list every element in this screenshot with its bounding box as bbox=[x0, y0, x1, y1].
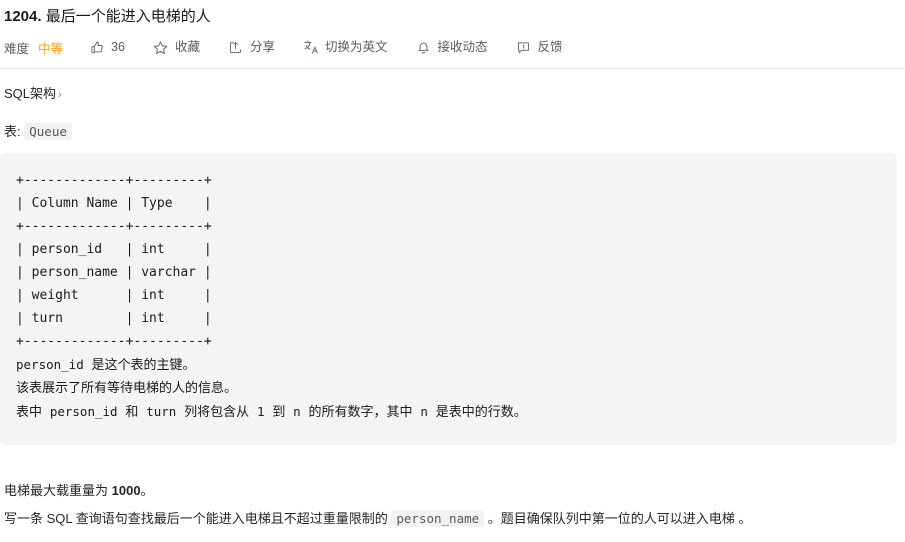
header-divider bbox=[0, 68, 905, 69]
note-range-code3: 1 bbox=[256, 404, 265, 419]
note-range-e: 的所有数字，其中 bbox=[300, 405, 421, 420]
note-range-a: 表中 bbox=[16, 405, 50, 420]
star-icon bbox=[153, 39, 169, 55]
like-count: 36 bbox=[111, 40, 125, 54]
subscribe-button[interactable]: 接收动态 bbox=[415, 39, 488, 55]
subscribe-label: 接收动态 bbox=[437, 40, 488, 54]
sql-schema-link[interactable]: SQL架构 › bbox=[4, 84, 62, 105]
note-pk-text: 是这个表的主键。 bbox=[83, 358, 196, 373]
person-name-code: person_name bbox=[391, 510, 485, 527]
weight-value: 1000 bbox=[111, 483, 141, 498]
ascii-schema-table: +-------------+---------+ | Column Name … bbox=[16, 173, 212, 349]
chevron-right-icon: › bbox=[58, 89, 62, 101]
problem-title-text: 最后一个能进入电梯的人 bbox=[45, 8, 211, 25]
problem-page: 1204. 最后一个能进入电梯的人 难度 中等 36 收藏 分享 切换为英文 接… bbox=[0, 0, 905, 542]
schema-notes: person_id 是这个表的主键。 该表展示了所有等待电梯的人的信息。 表中 … bbox=[16, 353, 881, 424]
feedback-label: 反馈 bbox=[537, 40, 563, 54]
favorite-button[interactable]: 收藏 bbox=[153, 39, 200, 55]
problem-toolbar: 难度 中等 36 收藏 分享 切换为英文 接收动态 反馈 bbox=[0, 28, 905, 58]
feedback-button[interactable]: 反馈 bbox=[516, 39, 563, 55]
note-range-code4: n bbox=[293, 404, 301, 419]
note-pk-code: person_id bbox=[16, 357, 84, 372]
note-range-code1: person_id bbox=[49, 404, 118, 419]
bell-icon bbox=[415, 39, 431, 55]
difficulty-label: 难度 bbox=[4, 41, 30, 56]
like-button[interactable]: 36 bbox=[89, 39, 125, 55]
feedback-icon bbox=[516, 39, 532, 55]
translate-icon bbox=[303, 39, 319, 55]
table-name-code: Queue bbox=[24, 123, 72, 140]
translate-label: 切换为英文 bbox=[324, 40, 388, 54]
translate-button[interactable]: 切换为英文 bbox=[303, 39, 388, 55]
task-text-a: 写一条 SQL 查询语句查找最后一个能进入电梯且不超过重量限制的 bbox=[4, 511, 392, 526]
share-button[interactable]: 分享 bbox=[228, 39, 275, 55]
schema-code-block: +-------------+---------+ | Column Name … bbox=[0, 153, 897, 445]
page-title: 1204. 最后一个能进入电梯的人 bbox=[0, 0, 905, 28]
share-icon bbox=[228, 39, 244, 55]
task-text-b: 。题目确保队列中第一位的人可以进入电梯 。 bbox=[484, 511, 752, 526]
sql-schema-label: SQL架构 bbox=[4, 86, 57, 101]
weight-suffix: 。 bbox=[140, 483, 154, 498]
table-name-line: 表: Queue bbox=[4, 122, 72, 142]
table-prefix-label: 表: bbox=[4, 124, 21, 139]
note-range-f: 是表中的行数。 bbox=[427, 405, 527, 420]
problem-number: 1204. bbox=[4, 8, 42, 25]
note-range-d: 到 bbox=[264, 405, 294, 420]
note-range-b: 和 bbox=[117, 405, 147, 420]
thumbs-up-icon bbox=[89, 39, 105, 55]
note-range-code5: n bbox=[420, 404, 428, 419]
favorite-label: 收藏 bbox=[174, 40, 200, 54]
note-description: 该表展示了所有等待电梯的人的信息。 bbox=[16, 381, 238, 396]
difficulty-group: 难度 中等 bbox=[4, 38, 63, 57]
task-paragraph: 写一条 SQL 查询语句查找最后一个能进入电梯且不超过重量限制的 person_… bbox=[4, 508, 751, 530]
difficulty-badge[interactable]: 中等 bbox=[38, 38, 63, 57]
note-range-code2: turn bbox=[146, 404, 177, 419]
max-weight-paragraph: 电梯最大载重量为 1000。 bbox=[4, 480, 154, 502]
weight-prefix: 电梯最大载重量为 bbox=[4, 483, 112, 498]
note-range-c: 列将包含从 bbox=[176, 405, 257, 420]
share-label: 分享 bbox=[249, 40, 275, 54]
